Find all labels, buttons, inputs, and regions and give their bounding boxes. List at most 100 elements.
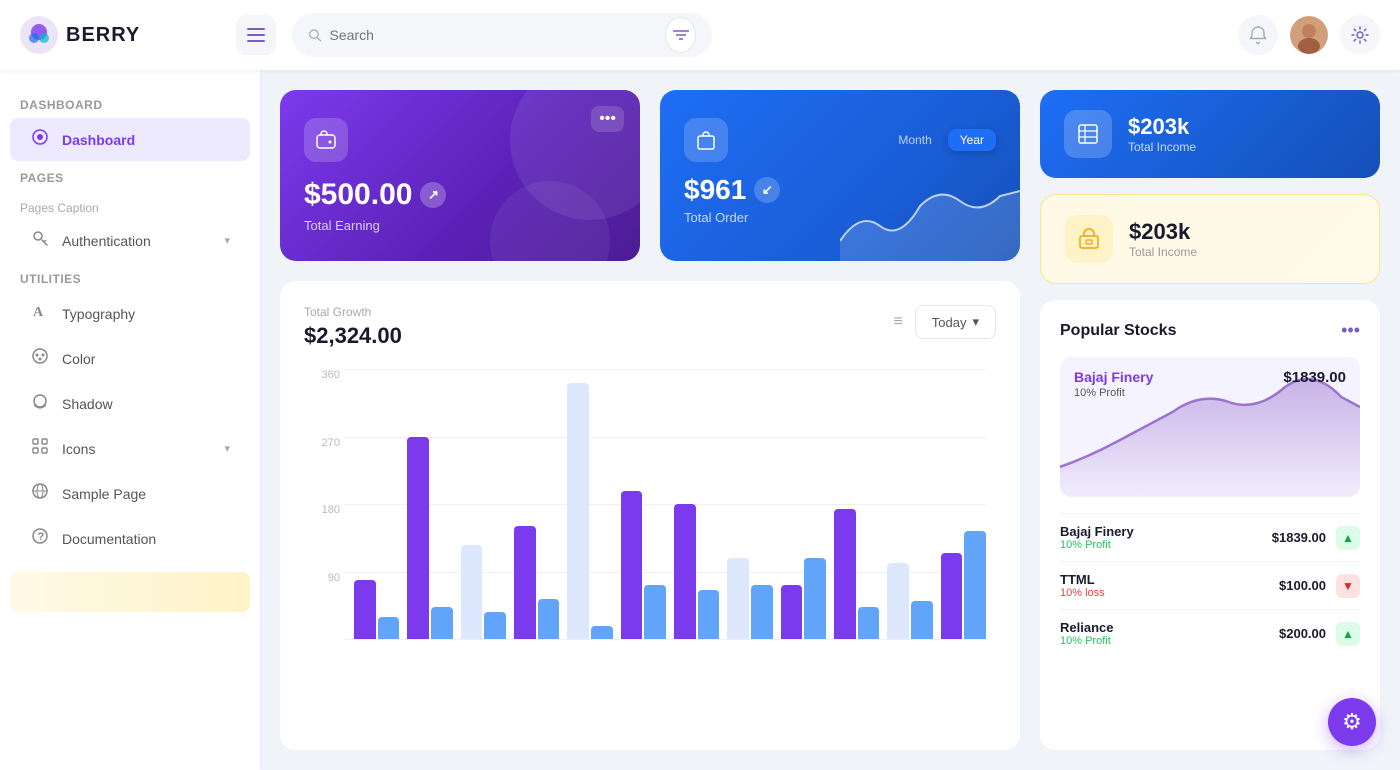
bar-purple-6 <box>621 491 643 640</box>
stock-name-group-1: TTML 10% loss <box>1060 572 1105 599</box>
key-icon <box>31 229 49 247</box>
dashboard-section-label: Dashboard <box>0 90 260 116</box>
shop-icon <box>1077 227 1101 251</box>
sidebar-item-icons[interactable]: Icons ▾ <box>10 427 250 470</box>
stocks-more-button[interactable]: ••• <box>1341 320 1360 341</box>
bar-blue-2 <box>431 607 453 639</box>
stocks-title: Popular Stocks <box>1060 322 1176 340</box>
documentation-icon: ? <box>30 527 50 550</box>
stock-price-1: $100.00 <box>1279 578 1326 593</box>
table-icon <box>1076 122 1100 146</box>
logo-area: BERRY <box>20 16 220 54</box>
stock-name-1: TTML <box>1060 572 1105 587</box>
shadow-icon <box>30 392 50 415</box>
stock-sub-2: 10% Profit <box>1060 635 1113 647</box>
stock-price-0: $1839.00 <box>1272 530 1326 545</box>
stock-name-2: Reliance <box>1060 620 1113 635</box>
stat-cards: ••• $500.00 ↗ Total Earning <box>280 90 1020 261</box>
sidebar-item-shadow[interactable]: Shadow <box>10 382 250 425</box>
bar-group-10 <box>834 369 879 639</box>
today-button[interactable]: Today ▾ <box>915 305 996 339</box>
shadow-label: Shadow <box>62 396 230 412</box>
growth-header: Total Growth $2,324.00 ≡ Today ▾ <box>304 305 996 349</box>
logo-icon <box>20 16 58 54</box>
svg-text:A: A <box>33 305 44 320</box>
bag-icon <box>695 129 717 151</box>
year-tab[interactable]: Year <box>948 129 996 151</box>
growth-info: Total Growth $2,324.00 <box>304 305 402 349</box>
typography-icon: A <box>30 302 50 325</box>
bar-light-8 <box>727 558 749 639</box>
search-input[interactable] <box>330 27 658 43</box>
y-label-90: 90 <box>304 572 340 584</box>
right-card1-icon <box>1064 110 1112 158</box>
bar-blue-5 <box>591 626 613 640</box>
text-icon: A <box>31 302 49 320</box>
bar-light-5 <box>567 383 589 640</box>
stock-chart-price: $1839.00 <box>1283 369 1346 386</box>
bar-light-11 <box>887 563 909 639</box>
icons-chevron-icon: ▾ <box>224 442 230 455</box>
pages-caption: Pages Caption <box>0 189 260 217</box>
utilities-section-label: Utilities <box>0 264 260 290</box>
card1-more-button[interactable]: ••• <box>591 106 624 132</box>
sidebar: Dashboard Dashboard Pages Pages Caption … <box>0 70 260 770</box>
sidebar-item-color[interactable]: Color <box>10 337 250 380</box>
bar-group-12 <box>941 369 986 639</box>
right-card1-text: $203k Total Income <box>1128 114 1196 154</box>
menu-icon <box>247 28 265 42</box>
stock-price-group-0: $1839.00 ▲ <box>1272 526 1360 550</box>
y-label-270: 270 <box>304 437 340 449</box>
right-card2-icon <box>1065 215 1113 263</box>
stocks-header: Popular Stocks ••• <box>1060 320 1360 341</box>
growth-title: Total Growth <box>304 305 402 319</box>
user-avatar <box>1290 16 1328 54</box>
bar-group-2 <box>407 369 452 639</box>
content-main: ••• $500.00 ↗ Total Earning <box>280 90 1020 750</box>
search-icon <box>308 27 322 43</box>
typography-label: Typography <box>62 306 230 322</box>
sidebar-item-sample-page[interactable]: Sample Page <box>10 472 250 515</box>
bar-light-3 <box>461 545 483 640</box>
settings-button[interactable] <box>1340 15 1380 55</box>
bar-purple-9 <box>781 585 803 639</box>
stock-name-group-2: Reliance 10% Profit <box>1060 620 1113 647</box>
help-icon: ? <box>31 527 49 545</box>
filter-button[interactable] <box>665 17 696 53</box>
wallet-svg <box>315 129 337 151</box>
bar-blue-10 <box>858 607 880 639</box>
growth-amount: $2,324.00 <box>304 323 402 349</box>
card2-top: Month Year <box>684 118 996 162</box>
floating-settings-button[interactable]: ⚙ <box>1328 698 1376 746</box>
bar-blue-6 <box>644 585 666 639</box>
sidebar-item-documentation[interactable]: ? Documentation <box>10 517 250 560</box>
hamburger-button[interactable] <box>236 15 276 55</box>
dashboard-icon <box>30 128 50 151</box>
notification-button[interactable] <box>1238 15 1278 55</box>
stock-item-2: Reliance 10% Profit $200.00 ▲ <box>1060 609 1360 657</box>
logo-text: BERRY <box>66 24 140 47</box>
avatar[interactable] <box>1290 16 1328 54</box>
month-tab[interactable]: Month <box>886 129 943 151</box>
stock-item-1: TTML 10% loss $100.00 ▼ <box>1060 561 1360 609</box>
authentication-icon <box>30 229 50 252</box>
card2-tabs: Month Year <box>886 129 996 151</box>
stock-badge-2: ▲ <box>1336 622 1360 646</box>
right-card2-text: $203k Total Income <box>1129 219 1197 259</box>
bar-group-7 <box>674 369 719 639</box>
wave-chart <box>840 181 1020 261</box>
main-content: ••• $500.00 ↗ Total Earning <box>260 70 1400 770</box>
sidebar-item-dashboard[interactable]: Dashboard <box>10 118 250 161</box>
stock-price-2: $200.00 <box>1279 626 1326 641</box>
bar-purple-7 <box>674 504 696 639</box>
circle-icon <box>31 128 49 146</box>
chart-menu-icon[interactable]: ≡ <box>893 313 902 331</box>
sidebar-item-typography[interactable]: A Typography <box>10 292 250 335</box>
stock-item-0: Bajaj Finery 10% Profit $1839.00 ▲ <box>1060 513 1360 561</box>
stocks-card: Popular Stocks ••• Bajaj Finery $1839.00… <box>1040 300 1380 750</box>
bar-blue-7 <box>698 590 720 639</box>
right-card1-label: Total Income <box>1128 140 1196 154</box>
y-label-180: 180 <box>304 504 340 516</box>
sidebar-item-authentication[interactable]: Authentication ▾ <box>10 219 250 262</box>
chart-area: 360 270 180 90 <box>304 369 996 669</box>
